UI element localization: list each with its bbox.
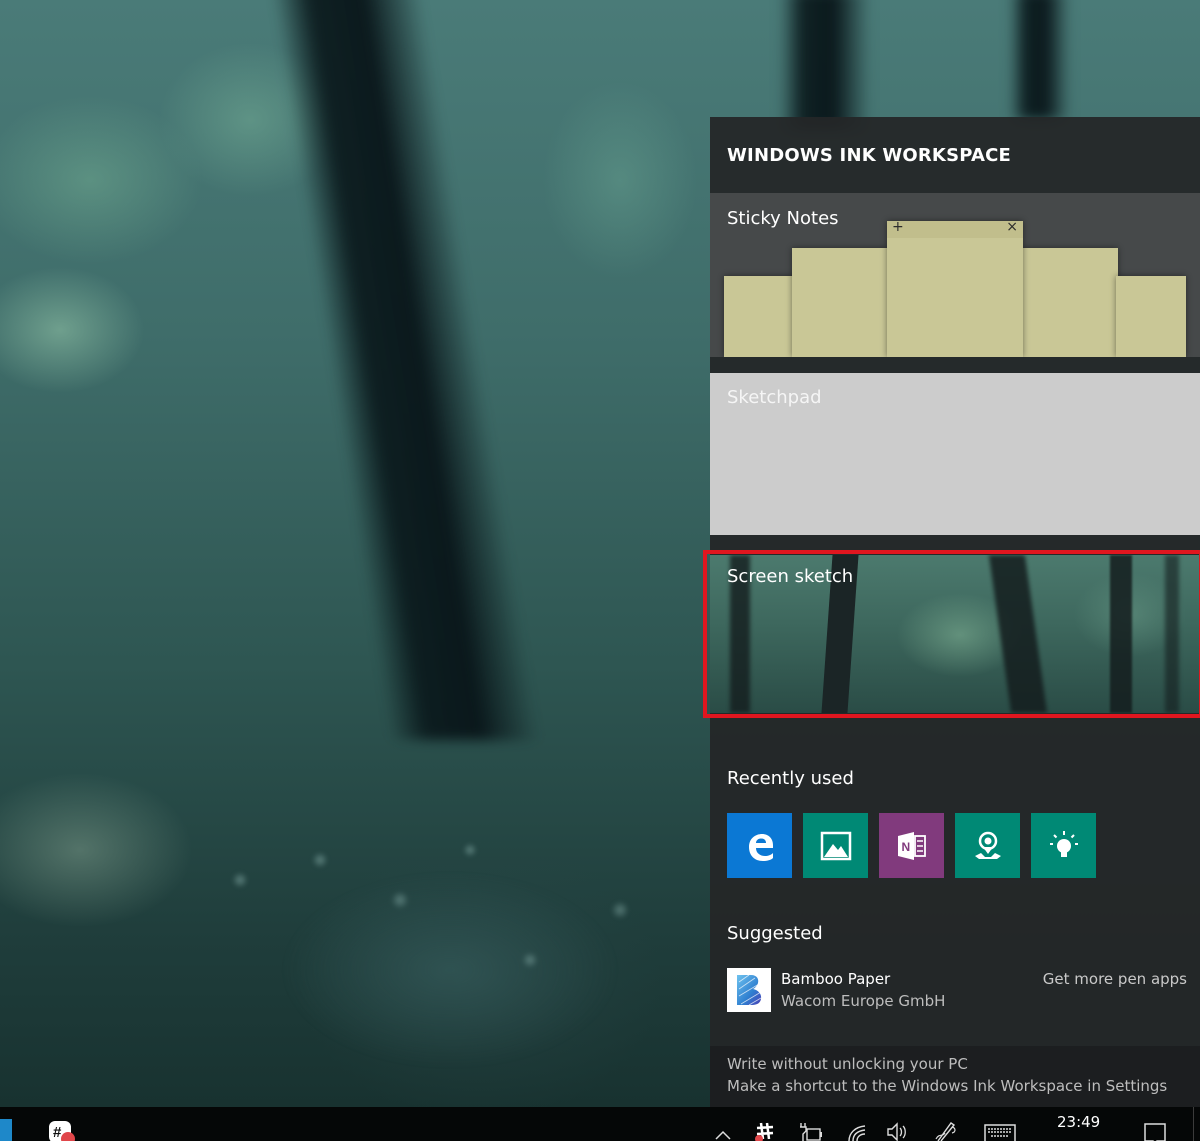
screen-sketch-preview-trunk bbox=[988, 555, 1048, 713]
recent-app-tips[interactable] bbox=[1031, 813, 1096, 878]
suggested-app-name: Bamboo Paper bbox=[781, 970, 891, 988]
recent-app-photos[interactable] bbox=[803, 813, 868, 878]
sticky-notes-label: Sticky Notes bbox=[727, 208, 839, 229]
recent-app-maps[interactable] bbox=[955, 813, 1020, 878]
show-desktop-divider[interactable] bbox=[1193, 1107, 1194, 1141]
keyboard-icon bbox=[984, 1124, 1016, 1141]
action-center-icon bbox=[1144, 1123, 1166, 1141]
taskbar-app-button[interactable] bbox=[0, 1107, 12, 1141]
maps-icon bbox=[974, 831, 1001, 859]
recent-app-onenote[interactable]: N bbox=[879, 813, 944, 878]
sticky-note bbox=[1116, 276, 1186, 357]
edge-icon bbox=[748, 833, 773, 861]
volume-button[interactable] bbox=[884, 1107, 910, 1141]
get-more-pen-apps-link[interactable]: Get more pen apps bbox=[1043, 970, 1187, 988]
battery-plug-icon bbox=[800, 1123, 822, 1141]
svg-text:#: # bbox=[53, 1124, 62, 1141]
recent-app-edge[interactable] bbox=[727, 813, 792, 878]
network-button[interactable] bbox=[844, 1107, 870, 1141]
touch-keyboard-button[interactable] bbox=[982, 1107, 1018, 1141]
bamboo-paper-logo-icon bbox=[727, 968, 771, 1012]
taskbar-slack-button[interactable]: # bbox=[46, 1107, 80, 1141]
footer-info-text: Write without unlocking your PC bbox=[727, 1055, 968, 1073]
panel-title: WINDOWS INK WORKSPACE bbox=[727, 145, 1012, 166]
screen-sketch-tile[interactable]: Screen sketch bbox=[710, 555, 1200, 713]
sketchpad-label: Sketchpad bbox=[727, 387, 822, 408]
suggested-app-row[interactable]: Bamboo Paper Wacom Europe GmbH Get more … bbox=[727, 968, 1187, 1012]
svg-text:N: N bbox=[901, 840, 910, 854]
chevron-up-icon bbox=[715, 1130, 731, 1140]
pen-ink-icon bbox=[935, 1122, 956, 1141]
wallpaper-foliage bbox=[200, 820, 710, 1110]
recently-used-apps: N bbox=[727, 813, 1096, 878]
recently-used-heading: Recently used bbox=[727, 768, 854, 789]
onenote-icon: N bbox=[897, 831, 926, 860]
screen-sketch-preview-trunk bbox=[1165, 555, 1179, 713]
screen-sketch-preview-trunk bbox=[1110, 555, 1132, 713]
sticky-note bbox=[724, 276, 794, 357]
action-center-button[interactable] bbox=[1140, 1107, 1170, 1141]
tray-slack-button[interactable] bbox=[752, 1107, 778, 1141]
screen-sketch-label: Screen sketch bbox=[727, 566, 854, 587]
clock[interactable]: 23:49 bbox=[1057, 1113, 1100, 1131]
wallpaper-tree-trunk bbox=[269, 0, 541, 740]
show-hidden-icons-button[interactable] bbox=[712, 1107, 734, 1141]
sticky-note bbox=[1022, 248, 1118, 357]
slack-icon: # bbox=[49, 1121, 75, 1141]
wallpaper-tree-trunk bbox=[780, 0, 870, 130]
taskbar: # 23:49 bbox=[0, 1107, 1200, 1141]
close-icon: × bbox=[1006, 219, 1018, 235]
photos-icon bbox=[820, 831, 851, 860]
wifi-icon bbox=[848, 1125, 866, 1141]
plus-icon: + bbox=[892, 219, 904, 235]
slack-tray-icon bbox=[755, 1122, 774, 1141]
sketchpad-tile[interactable]: Sketchpad bbox=[710, 373, 1200, 535]
battery-button[interactable] bbox=[796, 1107, 824, 1141]
sticky-note-front: + × bbox=[887, 219, 1023, 357]
volume-icon bbox=[887, 1122, 906, 1141]
settings-shortcut-link[interactable]: Make a shortcut to the Windows Ink Works… bbox=[727, 1077, 1167, 1095]
sticky-notes-tile[interactable]: Sticky Notes + × bbox=[710, 193, 1200, 357]
windows-ink-workspace-button[interactable] bbox=[932, 1107, 960, 1141]
ink-workspace-panel: WINDOWS INK WORKSPACE Sticky Notes + × S… bbox=[710, 117, 1200, 1107]
app-icon bbox=[0, 1119, 12, 1141]
sticky-note-titlebar: + × bbox=[887, 219, 1023, 238]
suggested-heading: Suggested bbox=[727, 923, 823, 944]
panel-footer: Write without unlocking your PC Make a s… bbox=[710, 1046, 1200, 1107]
wallpaper-tree-trunk bbox=[1010, 0, 1070, 120]
sticky-note bbox=[792, 248, 888, 357]
tips-icon bbox=[1049, 830, 1078, 857]
suggested-app-publisher: Wacom Europe GmbH bbox=[781, 992, 946, 1010]
